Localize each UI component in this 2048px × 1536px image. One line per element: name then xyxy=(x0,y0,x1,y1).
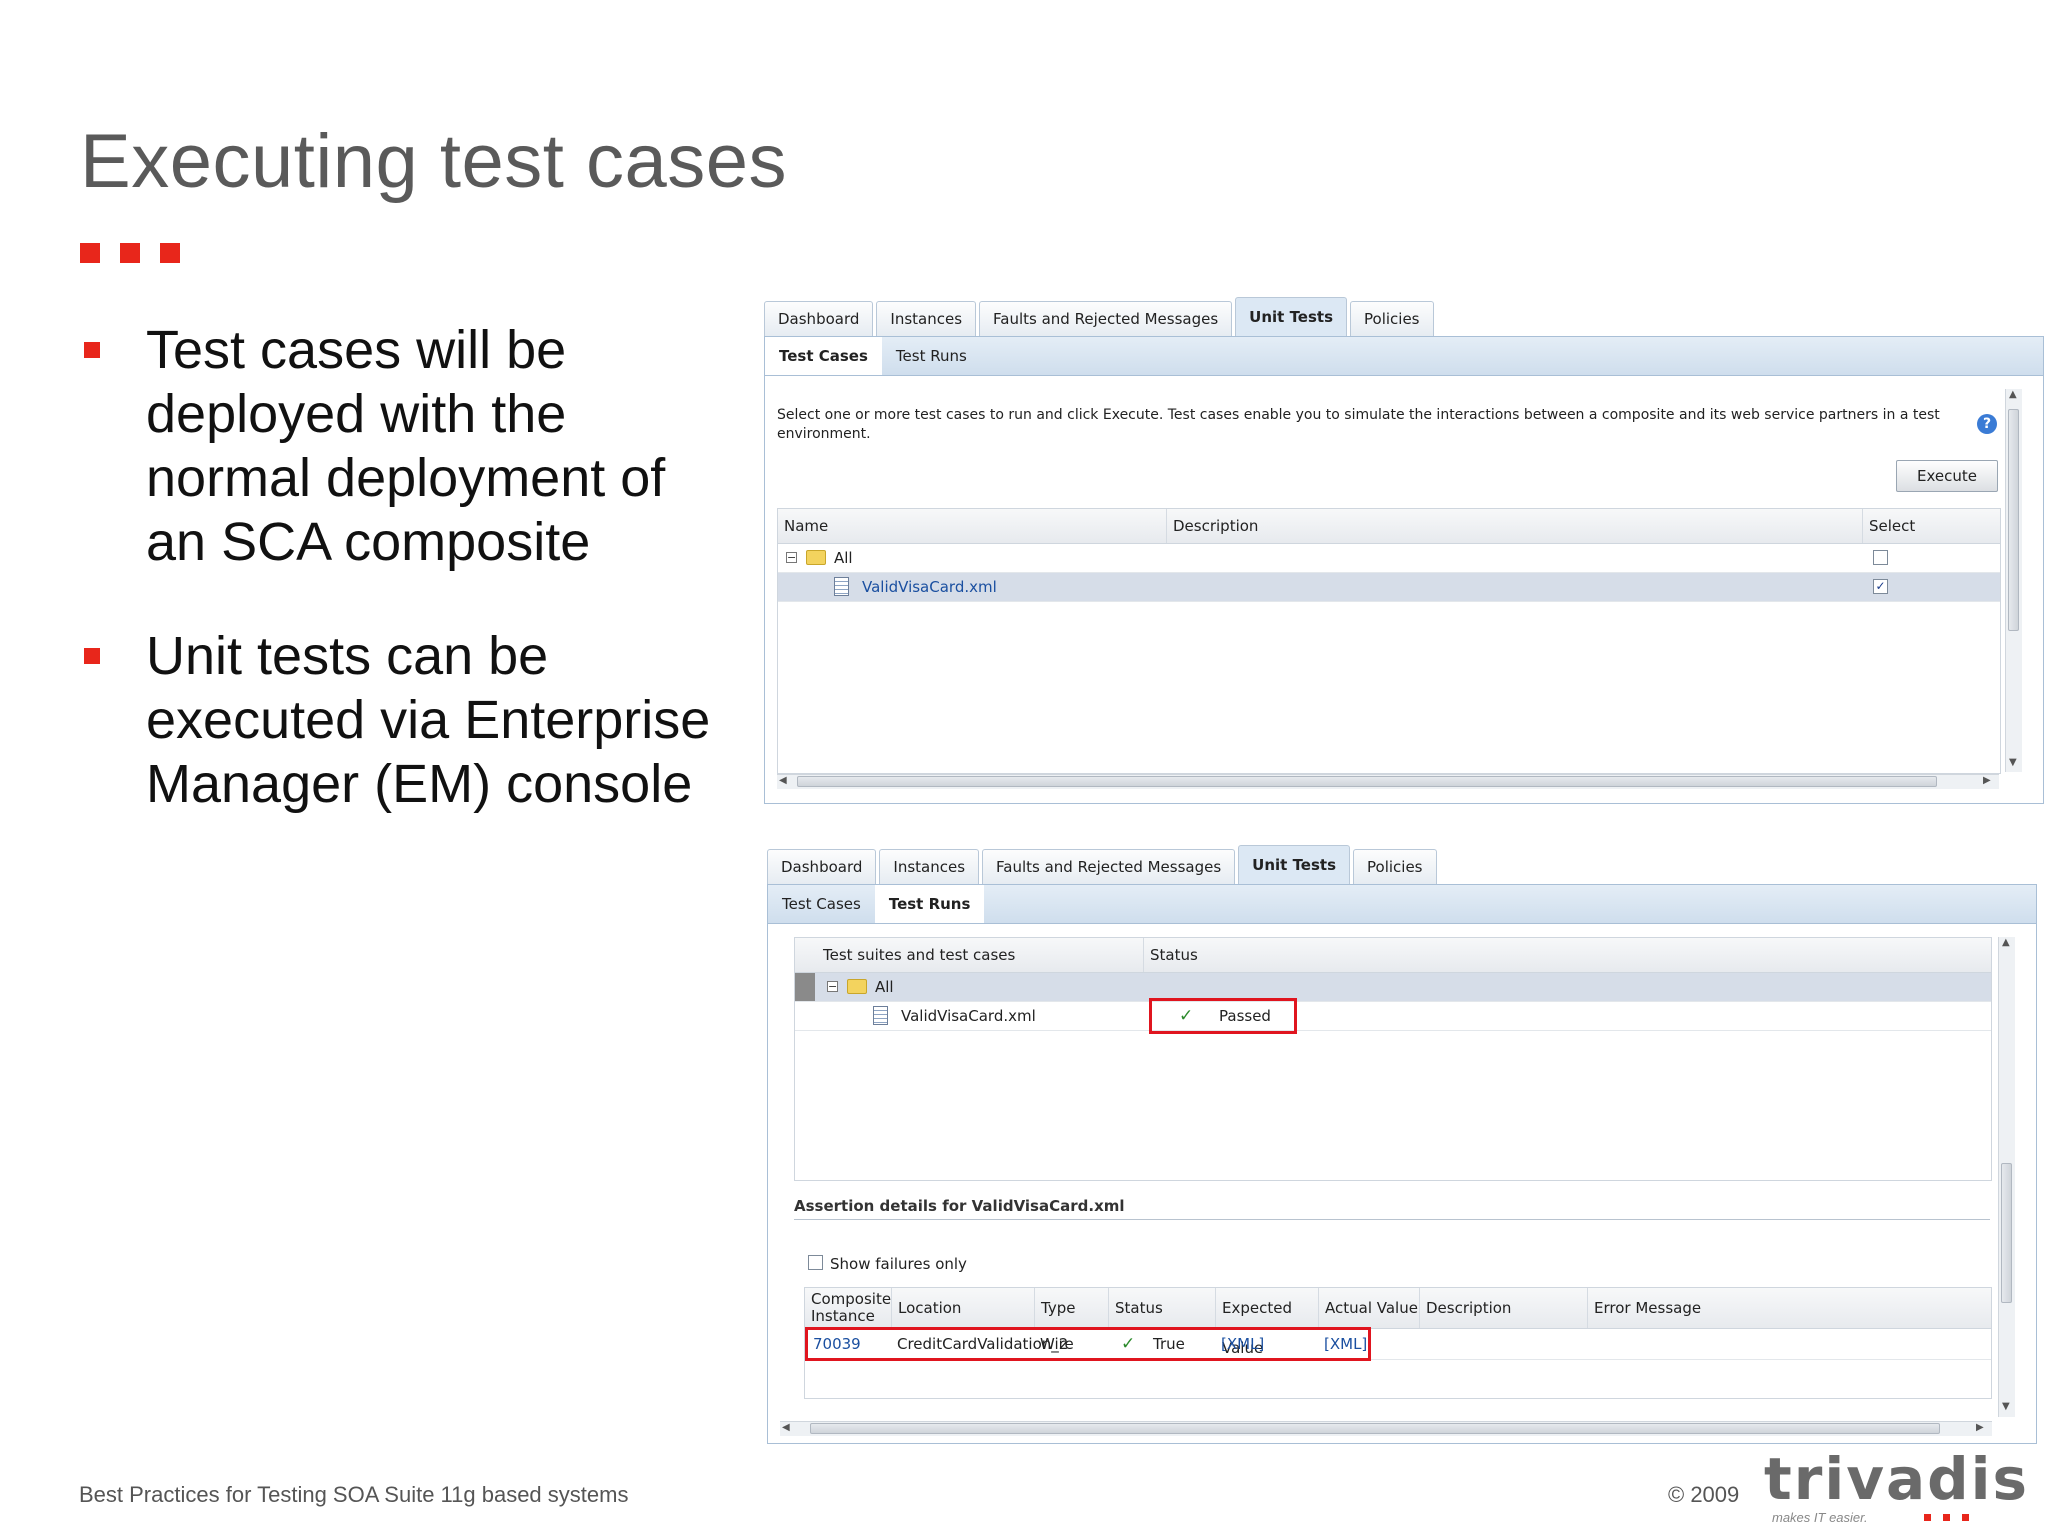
scroll-left-icon[interactable]: ◀ xyxy=(779,775,787,786)
content-frame: Test Cases Test Runs Test suites and tes… xyxy=(767,884,2037,1444)
bullet-text: Unit tests can be executed via Enterpris… xyxy=(146,626,711,814)
assertion-details-title: Assertion details for ValidVisaCard.xml xyxy=(794,1197,1125,1215)
scroll-down-icon[interactable]: ▼ xyxy=(2002,1401,2010,1412)
folder-icon xyxy=(847,979,867,994)
row-name: All xyxy=(875,978,894,996)
folder-icon xyxy=(806,550,826,565)
scroll-right-icon[interactable]: ▶ xyxy=(1983,775,1991,786)
subtab-test-cases[interactable]: Test Cases xyxy=(765,337,882,375)
bullet-text: Test cases will be deployed with the nor… xyxy=(146,320,666,572)
subtabbar: Test Cases Test Runs xyxy=(768,885,2036,924)
main-tabbar: Dashboard Instances Faults and Rejected … xyxy=(767,844,1440,884)
table-row[interactable]: − All xyxy=(795,973,1991,1002)
grid-header: Test suites and test cases Status xyxy=(795,938,1991,973)
collapse-icon[interactable]: − xyxy=(827,981,838,992)
execute-button[interactable]: Execute xyxy=(1896,460,1998,492)
scroll-left-icon[interactable]: ◀ xyxy=(782,1422,790,1433)
tab-instances[interactable]: Instances xyxy=(879,849,980,884)
document-icon xyxy=(873,1006,888,1025)
logo-wordmark: trivadis xyxy=(1764,1445,2030,1513)
grid-header: Composite Instance Location Type Status … xyxy=(805,1288,1991,1357)
tab-faults[interactable]: Faults and Rejected Messages xyxy=(982,849,1236,884)
vertical-scrollbar[interactable]: ▲ ▼ xyxy=(1998,937,2015,1417)
subtab-test-cases[interactable]: Test Cases xyxy=(768,885,875,923)
em-panel-test-cases: Dashboard Instances Faults and Rejected … xyxy=(764,296,2044,804)
col-header-status[interactable]: Status xyxy=(1108,1288,1215,1328)
scroll-thumb[interactable] xyxy=(810,1423,1940,1434)
trivadis-logo: trivadis makes IT easier. xyxy=(1764,1445,2030,1530)
bullet-square-icon xyxy=(84,648,100,664)
tab-policies[interactable]: Policies xyxy=(1353,849,1437,884)
col-header-suites[interactable]: Test suites and test cases xyxy=(795,938,1143,972)
scroll-down-icon[interactable]: ▼ xyxy=(2009,757,2017,768)
scroll-thumb[interactable] xyxy=(2001,1163,2012,1303)
scroll-thumb[interactable] xyxy=(2008,409,2019,631)
tab-unit-tests[interactable]: Unit Tests xyxy=(1238,845,1351,884)
content-frame: Test Cases Test Runs Select one or more … xyxy=(764,336,2044,804)
scroll-right-icon[interactable]: ▶ xyxy=(1976,1422,1984,1433)
tab-unit-tests[interactable]: Unit Tests xyxy=(1235,297,1348,336)
horizontal-scrollbar[interactable]: ◀ ▶ xyxy=(777,774,1999,789)
slide-title: Executing test cases xyxy=(80,119,788,204)
horizontal-scrollbar[interactable]: ◀ ▶ xyxy=(780,1421,1992,1436)
col-header-actual-value[interactable]: Actual Value xyxy=(1318,1288,1419,1328)
table-row[interactable]: − All xyxy=(778,544,2000,573)
select-checkbox[interactable] xyxy=(1873,550,1888,565)
title-decoration xyxy=(80,243,180,263)
col-header-type[interactable]: Type xyxy=(1034,1288,1108,1328)
footer-caption: Best Practices for Testing SOA Suite 11g… xyxy=(79,1482,629,1507)
row-name: All xyxy=(834,549,853,567)
copyright: © 2009 xyxy=(1668,1482,1740,1507)
instructions-text: Select one or more test cases to run and… xyxy=(777,407,1940,442)
col-header-select[interactable]: Select xyxy=(1862,509,2000,543)
vertical-scrollbar[interactable]: ▲ ▼ xyxy=(2005,389,2022,772)
tab-policies[interactable]: Policies xyxy=(1350,301,1434,336)
bullet-square-icon xyxy=(84,342,100,358)
col-header-expected-value[interactable]: Expected Value xyxy=(1215,1288,1318,1357)
show-failures-checkbox[interactable] xyxy=(808,1255,823,1270)
row-marker xyxy=(795,973,815,1001)
section-divider xyxy=(794,1219,1990,1220)
status-highlight-box xyxy=(1149,998,1297,1034)
assertion-grid: Composite Instance Location Type Status … xyxy=(804,1287,1992,1399)
col-header-location[interactable]: Location xyxy=(891,1288,1034,1328)
row-name: ValidVisaCard.xml xyxy=(901,1007,1036,1025)
main-tabbar: Dashboard Instances Faults and Rejected … xyxy=(764,296,1437,336)
table-row[interactable]: ValidVisaCard.xml ✓ xyxy=(778,573,2000,602)
help-icon[interactable]: ? xyxy=(1977,414,1997,434)
em-panel-test-runs: Dashboard Instances Faults and Rejected … xyxy=(767,844,2037,1444)
col-header-composite-instance[interactable]: Composite Instance xyxy=(805,1288,891,1328)
table-row[interactable]: ValidVisaCard.xml ✓ Passed xyxy=(795,1002,1991,1031)
col-header-error-message[interactable]: Error Message xyxy=(1587,1288,1991,1328)
scroll-up-icon[interactable]: ▲ xyxy=(2009,389,2017,400)
select-checkbox-checked[interactable]: ✓ xyxy=(1873,579,1888,594)
row-name-link[interactable]: ValidVisaCard.xml xyxy=(862,573,997,601)
tab-dashboard[interactable]: Dashboard xyxy=(764,301,874,336)
col-header-name[interactable]: Name xyxy=(778,509,1166,543)
subtabbar: Test Cases Test Runs xyxy=(765,337,2043,376)
document-icon xyxy=(834,577,849,596)
col-header-status[interactable]: Status xyxy=(1143,938,1991,972)
col-header-description[interactable]: Description xyxy=(1419,1288,1587,1328)
tab-instances[interactable]: Instances xyxy=(876,301,977,336)
bullet-item: Test cases will be deployed with the nor… xyxy=(80,318,720,574)
assertion-highlight-box xyxy=(805,1327,1371,1361)
test-runs-grid: Test suites and test cases Status − All … xyxy=(794,937,1992,1181)
show-failures-label: Show failures only xyxy=(830,1255,967,1273)
grid-header: Name Description Select xyxy=(778,509,2000,544)
scroll-thumb[interactable] xyxy=(797,776,1937,787)
col-header-description[interactable]: Description xyxy=(1166,509,1862,543)
bullet-item: Unit tests can be executed via Enterpris… xyxy=(80,624,720,816)
logo-dots xyxy=(1924,1514,1969,1521)
tab-faults[interactable]: Faults and Rejected Messages xyxy=(979,301,1233,336)
subtab-test-runs[interactable]: Test Runs xyxy=(874,885,985,923)
collapse-icon[interactable]: − xyxy=(786,552,797,563)
logo-tagline: makes IT easier. xyxy=(1772,1510,1868,1525)
subtab-test-runs[interactable]: Test Runs xyxy=(882,337,981,375)
scroll-up-icon[interactable]: ▲ xyxy=(2002,937,2010,948)
test-cases-grid: Name Description Select − All ValidVisaC… xyxy=(777,508,2001,774)
tab-dashboard[interactable]: Dashboard xyxy=(767,849,877,884)
bullet-list: Test cases will be deployed with the nor… xyxy=(80,318,720,866)
